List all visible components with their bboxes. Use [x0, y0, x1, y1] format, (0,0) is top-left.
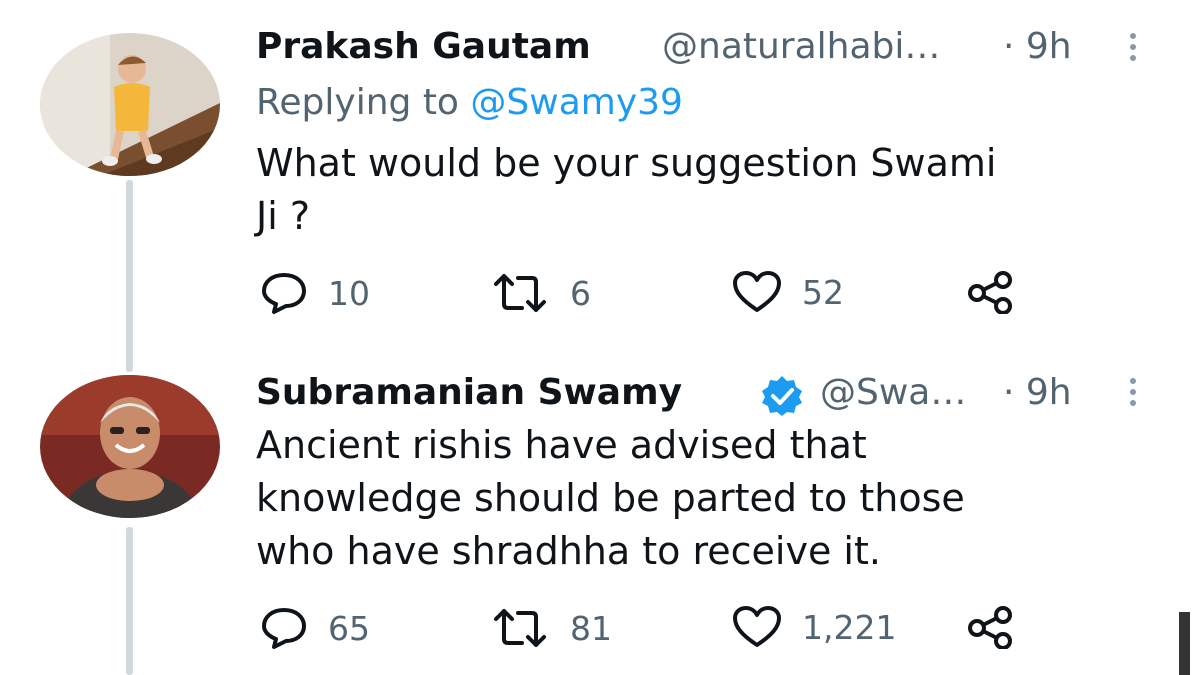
like-button[interactable]: 52	[732, 270, 844, 314]
author-handle[interactable]: @Swa…	[820, 372, 966, 413]
retweet-icon	[494, 609, 546, 647]
author-name[interactable]: Prakash Gautam	[256, 26, 591, 67]
tweet-text-line: Ji ?	[256, 194, 311, 238]
like-count: 1,221	[802, 607, 897, 647]
retweet-icon	[494, 274, 546, 312]
share-button[interactable]	[965, 270, 1017, 314]
thread-line	[126, 180, 133, 372]
replying-to: Replying to @Swamy39	[256, 82, 683, 123]
retweet-button[interactable]: 6	[490, 272, 591, 314]
reply-button[interactable]: 10	[260, 270, 370, 316]
tweet-text-line: knowledge should be parted to those	[256, 476, 965, 520]
replying-to-label: Replying to	[256, 82, 459, 123]
avatar[interactable]	[40, 375, 220, 518]
tweet-text-line: What would be your suggestion Swami	[256, 141, 997, 185]
tweet-text-line: who have shradhha to receive it.	[256, 529, 881, 573]
author-handle[interactable]: @naturalhabi…	[662, 26, 940, 67]
scrollbar[interactable]	[1179, 612, 1190, 675]
tweet-time[interactable]: · 9h	[1003, 372, 1072, 413]
share-button[interactable]	[965, 605, 1017, 649]
avatar[interactable]	[40, 33, 220, 176]
tweet-text: What would be your suggestion Swami Ji ?	[256, 137, 1156, 243]
reply-count: 65	[328, 608, 370, 648]
more-icon[interactable]	[1128, 33, 1138, 66]
reply-button[interactable]: 65	[260, 605, 370, 651]
reply-icon	[262, 273, 306, 314]
mention-link[interactable]: @Swamy39	[470, 82, 683, 123]
like-icon	[733, 606, 781, 647]
like-icon	[733, 271, 781, 312]
reply-icon	[262, 608, 306, 649]
verified-badge-icon	[762, 376, 802, 416]
thread-line	[126, 527, 133, 675]
like-button[interactable]: 1,221	[732, 605, 896, 649]
tweet-text: Ancient rishis have advised that knowled…	[256, 419, 1156, 578]
retweet-count: 6	[570, 273, 591, 313]
share-icon	[968, 271, 1012, 314]
share-icon	[968, 606, 1012, 649]
reply-count: 10	[328, 273, 370, 313]
tweet-time[interactable]: · 9h	[1003, 26, 1072, 67]
retweet-count: 81	[570, 608, 612, 648]
tweet-text-line: Ancient rishis have advised that	[256, 423, 867, 467]
author-name[interactable]: Subramanian Swamy	[256, 372, 682, 413]
like-count: 52	[802, 272, 844, 312]
more-icon[interactable]	[1128, 378, 1138, 411]
retweet-button[interactable]: 81	[490, 607, 612, 649]
